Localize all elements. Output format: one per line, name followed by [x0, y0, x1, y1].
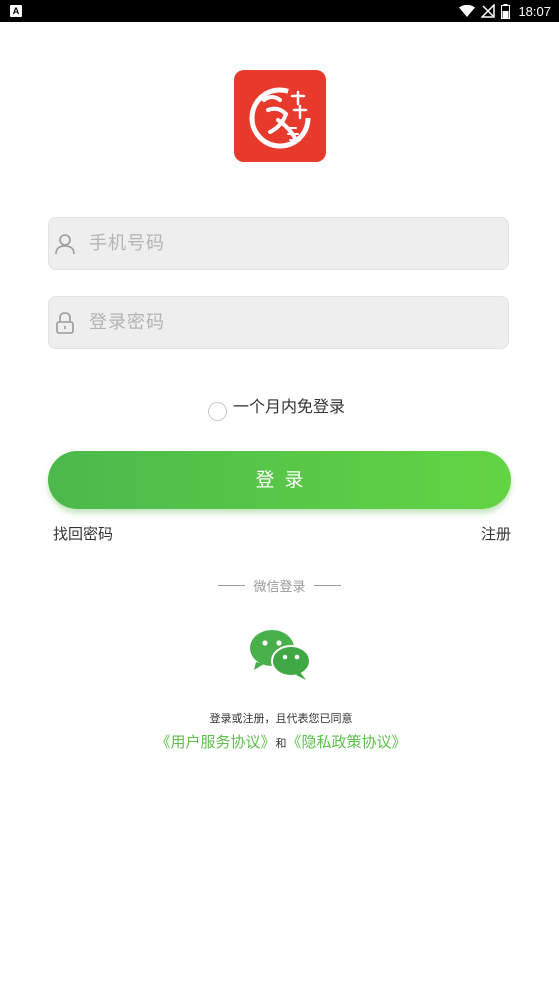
status-icons: 18:07 [459, 0, 551, 22]
battery-icon [501, 3, 511, 19]
phone-field[interactable]: 手机号码 [48, 217, 509, 270]
remember-option[interactable]: 一个月内免登录 [208, 388, 345, 421]
phone-input[interactable]: 手机号码 [89, 218, 165, 269]
lock-icon [56, 312, 74, 334]
wechat-icon[interactable] [248, 626, 312, 682]
wifi-icon [459, 5, 476, 17]
agreement-text: 登录或注册，且代表您已同意《用户服务协议》和《隐私政策协议》 [150, 705, 412, 755]
notification-badge: A [10, 5, 22, 17]
login-button[interactable]: 登录 [48, 451, 511, 509]
wechat-login-label: 微信登录 [253, 579, 306, 595]
privacy-policy-link[interactable]: 《隐私政策协议》 [287, 733, 407, 751]
clock: 18:07 [518, 3, 551, 19]
status-bar: A 18:07 [0, 0, 559, 22]
forgot-password-link[interactable]: 找回密码 [53, 523, 113, 544]
divider-line-left [218, 584, 245, 586]
password-input[interactable]: 登录密码 [89, 297, 165, 348]
user-agreement-link[interactable]: 《用户服务协议》 [155, 733, 275, 751]
logo-mark [249, 87, 311, 149]
agreement-prefix: 登录或注册，且代表您已同意 [209, 712, 353, 725]
user-icon [55, 234, 75, 255]
remember-label: 一个月内免登录 [233, 396, 346, 416]
remember-radio[interactable] [208, 402, 227, 421]
no-signal-icon [481, 4, 496, 18]
password-field[interactable]: 登录密码 [48, 296, 509, 349]
app-logo [234, 70, 326, 162]
agreement-and: 和 [275, 737, 287, 750]
wechat-login-divider: 微信登录 [218, 576, 341, 595]
register-link[interactable]: 注册 [481, 523, 511, 544]
divider-line-right [313, 584, 341, 586]
